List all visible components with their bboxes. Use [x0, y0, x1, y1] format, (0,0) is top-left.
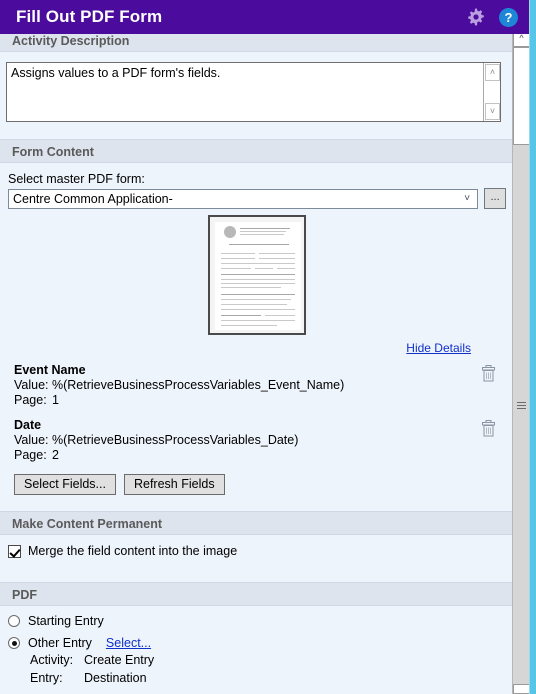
- textarea-scroll-down-icon[interactable]: ˅: [485, 103, 500, 120]
- pdf-field-page-label: Page:: [14, 393, 47, 407]
- activity-description-scrollbar[interactable]: ˄ ˅: [483, 63, 500, 121]
- activity-row: Activity: Create Entry: [30, 652, 514, 668]
- details-toggle-row: Hide Details: [8, 341, 506, 357]
- pdf-field-page-label: Page:: [14, 448, 47, 462]
- select-entry-link[interactable]: Select...: [106, 636, 151, 650]
- scrollbar-thumb[interactable]: [513, 47, 530, 145]
- pdf-field-item: Event Name Value: %(RetrieveBusinessProce…: [8, 363, 506, 408]
- fill-out-pdf-form-dialog: Activity Description Assigns values to a…: [0, 0, 536, 694]
- starting-entry-row[interactable]: Starting Entry: [8, 614, 514, 628]
- window-edge-strip: [530, 0, 536, 694]
- activity-description-heading: Activity Description: [12, 34, 130, 48]
- trash-icon[interactable]: [481, 365, 496, 382]
- section-header-make-content-permanent: Make Content Permanent: [0, 511, 514, 535]
- textarea-scroll-up-icon[interactable]: ˄: [485, 64, 500, 81]
- help-icon[interactable]: ?: [499, 8, 518, 27]
- section-header-pdf: PDF: [0, 582, 514, 606]
- pdf-field-value-line: Value: %(RetrieveBusinessProcessVariables…: [14, 433, 506, 448]
- merge-content-checkbox[interactable]: [8, 544, 21, 558]
- entry-label: Entry:: [30, 671, 63, 685]
- select-fields-button[interactable]: Select Fields...: [14, 474, 116, 495]
- pdf-field-value-line: Value: %(RetrieveBusinessProcessVariables…: [14, 378, 506, 393]
- field-buttons-row: Select Fields... Refresh Fields: [14, 474, 506, 495]
- hide-details-link[interactable]: Hide Details: [406, 341, 471, 355]
- form-content-body: Select master PDF form: Centre Common Ap…: [0, 172, 514, 511]
- pdf-field-page-line: Page: 2: [14, 448, 506, 463]
- merge-content-row[interactable]: Merge the field content into the image: [8, 544, 514, 558]
- master-form-select-row: Centre Common Application- ˅ ...: [8, 188, 506, 209]
- pdf-field-value-label: Value:: [14, 433, 49, 447]
- entry-row: Entry: Destination: [30, 670, 514, 686]
- merge-content-label: Merge the field content into the image: [28, 544, 238, 558]
- scrollbar-bottom-cap: [513, 684, 530, 694]
- other-entry-row[interactable]: Other Entry Select...: [8, 636, 514, 650]
- dialog-scrollbar[interactable]: ^: [512, 30, 530, 694]
- select-master-form-label: Select master PDF form:: [8, 172, 145, 186]
- activity-description-text: Assigns values to a PDF form's fields.: [11, 66, 221, 80]
- pdf-field-page: 2: [52, 448, 59, 462]
- activity-description-textarea[interactable]: Assigns values to a PDF form's fields. ˄…: [6, 62, 501, 122]
- chevron-down-icon: ˅: [464, 192, 471, 204]
- other-entry-radio[interactable]: [8, 637, 20, 649]
- scrollbar-grip-icon[interactable]: [517, 402, 526, 410]
- dialog-content-panel: Activity Description Assigns values to a…: [0, 28, 514, 694]
- pdf-field-value: %(RetrieveBusinessProcessVariables_Event…: [52, 378, 345, 392]
- pdf-field-page-line: Page: 1: [14, 393, 506, 408]
- activity-label: Activity:: [30, 653, 74, 667]
- pdf-field-value: %(RetrieveBusinessProcessVariables_Date): [52, 433, 299, 447]
- master-pdf-form-dropdown[interactable]: Centre Common Application- ˅: [8, 188, 479, 209]
- pdf-field-value-label: Value:: [14, 378, 49, 392]
- entry-value: Destination: [84, 671, 147, 685]
- activity-value: Create Entry: [84, 653, 155, 667]
- master-pdf-form-value: Centre Common Application-: [13, 191, 173, 206]
- pdf-field-name: Event Name: [14, 363, 86, 377]
- refresh-fields-button[interactable]: Refresh Fields: [123, 474, 225, 495]
- page-title: Fill Out PDF Form: [16, 7, 163, 26]
- pdf-field-name: Date: [14, 418, 42, 432]
- starting-entry-label: Starting Entry: [28, 614, 104, 628]
- other-entry-label: Other Entry: [28, 636, 92, 650]
- pdf-field-page: 1: [52, 393, 59, 407]
- form-content-heading: Form Content: [12, 145, 94, 159]
- make-content-permanent-heading: Make Content Permanent: [12, 517, 163, 531]
- pdf-field-item: Date Value: %(RetrieveBusinessProcessVari…: [8, 418, 506, 463]
- trash-icon[interactable]: [481, 420, 496, 437]
- dialog-title-bar: Fill Out PDF Form ?: [0, 0, 530, 34]
- pdf-seal-icon: [224, 226, 236, 238]
- starting-entry-radio[interactable]: [8, 615, 20, 627]
- pdf-heading: PDF: [12, 588, 37, 602]
- pdf-thumbnail-preview[interactable]: [208, 215, 306, 335]
- browse-form-button[interactable]: ...: [484, 188, 506, 209]
- pdf-thumbnail-page: [215, 222, 301, 330]
- section-header-form-content: Form Content: [0, 139, 514, 163]
- gear-icon[interactable]: [467, 8, 485, 26]
